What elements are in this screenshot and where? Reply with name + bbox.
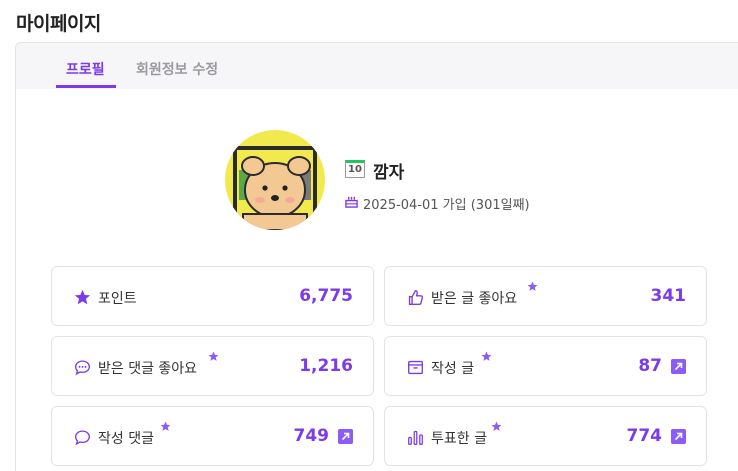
archive-icon [408,360,423,375]
stat-my-posts[interactable]: 작성 글 87 [384,336,707,396]
bar-chart-icon [408,430,423,445]
stat-points[interactable]: 포인트 6,775 [51,266,374,326]
external-link-icon[interactable] [338,429,353,444]
star-icon [491,421,502,431]
stat-label: 작성 댓글 [98,431,154,447]
level-badge: 10 [345,160,365,178]
stat-label: 투표한 글 [431,431,487,447]
stat-my-comments[interactable]: 작성 댓글 749 [51,406,374,466]
tab-edit-member-info[interactable]: 회원정보 수정 [136,59,218,79]
stat-post-likes[interactable]: 받은 글 좋아요 341 [384,266,707,326]
stat-value: 341 [650,286,687,306]
star-icon [74,289,91,305]
stat-voted-posts[interactable]: 투표한 글 774 [384,406,707,466]
stat-comment-likes[interactable]: 받은 댓글 좋아요 1,216 [51,336,374,396]
star-icon [527,281,538,291]
external-link-icon[interactable] [671,429,686,444]
external-link-icon[interactable] [671,359,686,374]
stat-label: 포인트 [98,291,137,307]
stat-label: 작성 글 [431,361,475,377]
comment-dots-icon [75,360,90,376]
stat-value: 749 [293,426,330,446]
cake-icon [345,196,358,208]
stat-label: 받은 글 좋아요 [431,291,518,307]
page-title: 마이페이지 [16,13,101,35]
star-icon [208,351,219,361]
stat-value: 1,216 [299,356,353,376]
star-icon [481,351,492,361]
star-icon [160,421,171,431]
stat-value: 87 [638,356,662,376]
active-tab-indicator [56,85,116,88]
tab-bar: 프로필 회원정보 수정 [16,43,738,89]
comment-icon [75,430,90,446]
tab-profile[interactable]: 프로필 [66,59,105,79]
thumbs-up-icon [408,290,424,305]
joined-date: 2025-04-01 가입 (301일째) [363,198,530,213]
username: 깜자 [373,163,405,183]
stat-value: 774 [626,426,663,446]
avatar [225,130,325,230]
stat-value: 6,775 [299,286,353,306]
stat-label: 받은 댓글 좋아요 [98,361,198,377]
